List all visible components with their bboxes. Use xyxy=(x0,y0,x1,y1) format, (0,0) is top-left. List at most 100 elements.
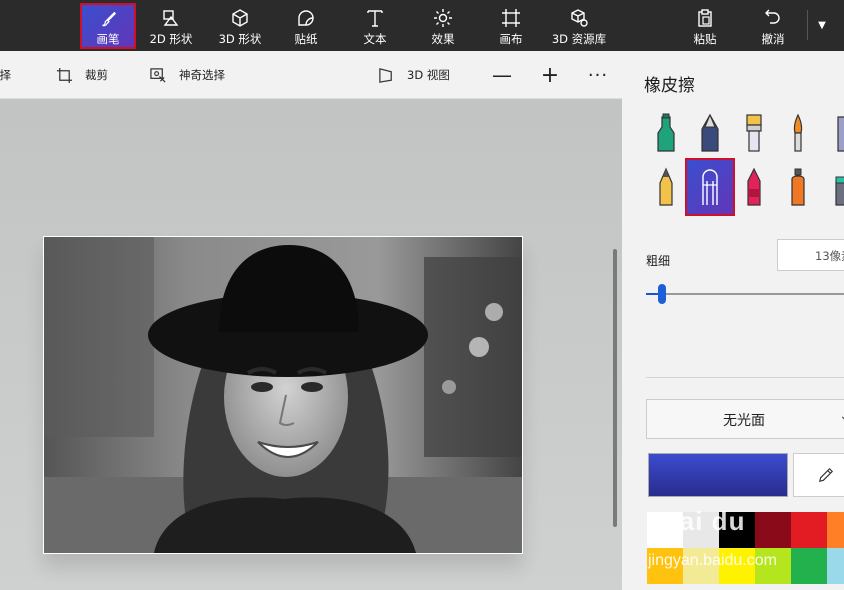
canvas-icon xyxy=(502,9,520,27)
undo-label: 撤消 xyxy=(761,32,785,46)
spray-can-icon xyxy=(791,168,805,206)
text-label: 文本 xyxy=(363,32,387,46)
palette-color[interactable] xyxy=(683,512,719,548)
3d-library-icon xyxy=(571,9,588,27)
palette-color[interactable] xyxy=(683,548,719,584)
oil-brush-button[interactable] xyxy=(732,111,776,155)
magic-select-label: 神奇选择 xyxy=(179,68,225,82)
more-options-button[interactable]: ··· xyxy=(588,51,608,99)
stickers-tab[interactable]: 贴纸 xyxy=(283,3,329,49)
zoom-in-icon: + xyxy=(540,62,560,88)
stickers-label: 贴纸 xyxy=(294,32,318,46)
cube-icon xyxy=(232,9,248,27)
palette-color[interactable] xyxy=(719,548,755,584)
top-toolbar: 画笔 2D 形状 3D 形状 贴纸 文本 效果 画布 3D 资源库 粘贴 撤消 … xyxy=(0,0,844,51)
marker-icon xyxy=(657,113,675,152)
3d-view-label: 3D 视图 xyxy=(407,68,450,82)
toolbar-divider xyxy=(807,10,808,40)
eyedropper-icon xyxy=(818,467,834,483)
clipboard-icon xyxy=(698,9,712,27)
eyedropper-button[interactable] xyxy=(793,453,844,497)
portrait-photo xyxy=(44,237,522,553)
fill-bucket-icon xyxy=(835,176,844,206)
oil-brush-icon xyxy=(746,114,762,152)
pencil-icon xyxy=(659,167,673,206)
palette-color[interactable] xyxy=(827,512,844,548)
brushes-panel: 橡皮擦 粗细 13像素 无光面 ⌄ xyxy=(622,51,844,590)
finish-dropdown[interactable]: 无光面 ⌄ xyxy=(646,399,844,439)
2d-shapes-label: 2D 形状 xyxy=(149,32,193,46)
marker-button[interactable] xyxy=(644,111,688,155)
2d-shapes-icon xyxy=(163,10,179,26)
palette-color[interactable] xyxy=(755,512,791,548)
zoom-out-button[interactable]: — xyxy=(492,51,512,99)
sticker-icon xyxy=(298,10,314,26)
palette-color[interactable] xyxy=(791,548,827,584)
palette-color[interactable] xyxy=(647,548,683,584)
pixel-pen-button[interactable] xyxy=(820,111,844,155)
ellipsis-icon: ··· xyxy=(587,64,609,86)
select-label: 选择 xyxy=(0,68,11,82)
3d-view-button[interactable]: 3D 视图 xyxy=(378,51,450,99)
crayon-button[interactable] xyxy=(732,165,776,209)
palette-color[interactable] xyxy=(647,512,683,548)
paste-button[interactable]: 粘贴 xyxy=(682,3,728,49)
3d-library-tab[interactable]: 3D 资源库 xyxy=(548,3,610,49)
paste-label: 粘贴 xyxy=(693,32,717,46)
watercolor-icon xyxy=(793,113,803,152)
pixel-pen-icon xyxy=(837,116,844,152)
fill-bucket-button[interactable] xyxy=(820,165,844,209)
watercolor-button[interactable] xyxy=(776,111,820,155)
magic-select-button[interactable]: 神奇选择 xyxy=(150,51,225,99)
effects-label: 效果 xyxy=(431,32,455,46)
crop-label: 裁剪 xyxy=(85,68,108,82)
crop-icon xyxy=(56,67,73,83)
canvas-tab[interactable]: 画布 xyxy=(488,3,534,49)
select-button[interactable]: 选择 xyxy=(0,51,11,99)
brushes-tab[interactable]: 画笔 xyxy=(80,3,136,49)
secondary-toolbar: 选择 裁剪 神奇选择 3D 视图 — + ··· xyxy=(0,51,622,99)
panel-divider xyxy=(646,377,844,378)
calligraphy-pen-button[interactable] xyxy=(688,111,732,155)
brushes-label: 画笔 xyxy=(96,32,120,46)
3d-library-label: 3D 资源库 xyxy=(551,32,607,46)
brush-icon xyxy=(102,11,117,27)
size-slider-thumb[interactable] xyxy=(658,284,666,304)
2d-shapes-tab[interactable]: 2D 形状 xyxy=(144,3,198,49)
size-input[interactable]: 13像素 xyxy=(777,239,844,271)
undo-icon xyxy=(765,9,780,24)
canvas-image[interactable] xyxy=(43,236,523,554)
size-label: 粗细 xyxy=(646,254,671,268)
color-palette xyxy=(647,512,844,590)
undo-button[interactable]: 撤消 xyxy=(750,3,796,49)
pencil-button[interactable] xyxy=(644,165,688,209)
sun-icon xyxy=(434,9,452,27)
effects-tab[interactable]: 效果 xyxy=(420,3,466,49)
chevron-down-icon: ⌄ xyxy=(839,408,844,424)
3d-shapes-tab[interactable]: 3D 形状 xyxy=(212,3,268,49)
calligraphy-pen-icon xyxy=(701,113,719,152)
3d-view-icon xyxy=(379,67,392,83)
crop-button[interactable]: 裁剪 xyxy=(56,51,108,99)
size-slider-track[interactable] xyxy=(646,293,844,295)
palette-color[interactable] xyxy=(755,548,791,584)
crayon-icon xyxy=(747,167,761,206)
panel-title: 橡皮擦 xyxy=(644,76,695,96)
eraser-button[interactable] xyxy=(685,158,735,216)
vertical-scrollbar[interactable] xyxy=(613,249,617,527)
canvas-workspace[interactable] xyxy=(0,99,622,590)
3d-shapes-label: 3D 形状 xyxy=(218,32,262,46)
finish-value: 无光面 xyxy=(723,413,765,429)
zoom-in-button[interactable]: + xyxy=(540,51,560,99)
zoom-out-icon: — xyxy=(492,63,512,87)
text-icon xyxy=(367,10,383,27)
palette-color[interactable] xyxy=(719,512,755,548)
palette-color[interactable] xyxy=(791,512,827,548)
magic-select-icon xyxy=(150,67,166,83)
palette-color[interactable] xyxy=(827,548,844,584)
chevron-down-icon[interactable]: ▼ xyxy=(812,14,832,38)
text-tab[interactable]: 文本 xyxy=(352,3,398,49)
eraser-icon xyxy=(702,169,718,205)
spray-can-button[interactable] xyxy=(776,165,820,209)
current-color-swatch[interactable] xyxy=(648,453,788,497)
